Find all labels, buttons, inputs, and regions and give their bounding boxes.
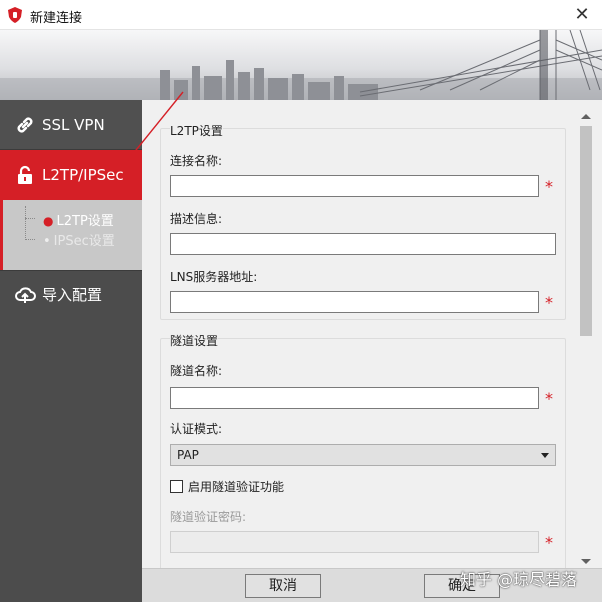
tree-branch [25, 218, 35, 219]
tree-branch [25, 239, 35, 240]
tunnel-password-label: 隧道验证密码: [170, 510, 247, 524]
settings-panel: L2TP设置 连接名称: * 描述信息: LNS服务器地址: * 隧道设置 隧道… [142, 100, 602, 568]
header-banner [0, 30, 602, 100]
subnav-item-ipsec-settings[interactable]: • IPSec设置 [43, 230, 115, 249]
tunnel-password-field[interactable] [170, 531, 539, 553]
lns-server-label: LNS服务器地址: [170, 270, 258, 284]
sidebar-subnav: ● L2TP设置 • IPSec设置 [0, 200, 142, 270]
connection-name-label: 连接名称: [170, 154, 223, 168]
cancel-button[interactable]: 取消 [245, 574, 321, 598]
cloud-upload-icon [14, 284, 36, 306]
watermark: 知乎 @琼尽碧落 [460, 570, 578, 589]
required-mark: * [545, 389, 553, 408]
lns-server-field[interactable] [170, 291, 539, 313]
subnav-label: L2TP设置 [56, 214, 114, 229]
scroll-down-icon[interactable] [581, 559, 591, 564]
scroll-up-icon[interactable] [581, 114, 591, 119]
bullet-icon: • [43, 234, 51, 249]
connection-name-field[interactable] [170, 175, 539, 197]
enable-tunnel-auth-label: 启用隧道验证功能 [188, 480, 285, 494]
subnav-item-l2tp-settings[interactable]: ● L2TP设置 [43, 210, 114, 229]
tunnel-name-field[interactable] [170, 387, 539, 409]
enable-tunnel-auth-toggle[interactable]: 启用隧道验证功能 [170, 478, 284, 495]
tunnel-name-label: 隧道名称: [170, 364, 223, 378]
tree-line [25, 206, 26, 240]
description-label: 描述信息: [170, 212, 223, 226]
subnav-label: IPSec设置 [53, 234, 115, 249]
l2tp-section-title: L2TP设置 [170, 122, 223, 139]
sidebar-item-label: L2TP/IPSec [42, 166, 124, 184]
enable-tunnel-auth-checkbox[interactable] [170, 480, 183, 493]
sidebar-item-ssl-vpn[interactable]: SSL VPN [0, 100, 142, 150]
link-icon [14, 114, 36, 136]
scrollbar-thumb[interactable] [580, 126, 592, 336]
auth-mode-value: PAP [177, 448, 199, 462]
window-title: 新建连接 [30, 11, 83, 26]
lock-open-icon [14, 164, 36, 186]
sidebar-item-label: 导入配置 [42, 286, 103, 304]
required-mark: * [545, 533, 553, 552]
app-shield-icon [8, 7, 22, 23]
sidebar: SSL VPN L2TP/IPSec ● L2TP设置 • IPSec设置 导入… [0, 100, 142, 602]
required-mark: * [545, 177, 553, 196]
bullet-icon: ● [43, 214, 54, 228]
close-icon[interactable]: ✕ [570, 3, 594, 27]
sidebar-item-label: SSL VPN [42, 115, 105, 134]
description-field[interactable] [170, 233, 556, 255]
vertical-scrollbar[interactable] [578, 112, 594, 568]
chevron-down-icon [541, 453, 549, 458]
sidebar-item-l2tp-ipsec[interactable]: L2TP/IPSec [0, 150, 142, 200]
auth-mode-select[interactable]: PAP [170, 444, 556, 466]
title-bar: 新建连接 ✕ [0, 0, 602, 30]
required-mark: * [545, 293, 553, 312]
auth-mode-label: 认证模式: [170, 422, 223, 436]
sidebar-item-import-config[interactable]: 导入配置 [0, 270, 142, 318]
tunnel-section-title: 隧道设置 [170, 332, 219, 349]
